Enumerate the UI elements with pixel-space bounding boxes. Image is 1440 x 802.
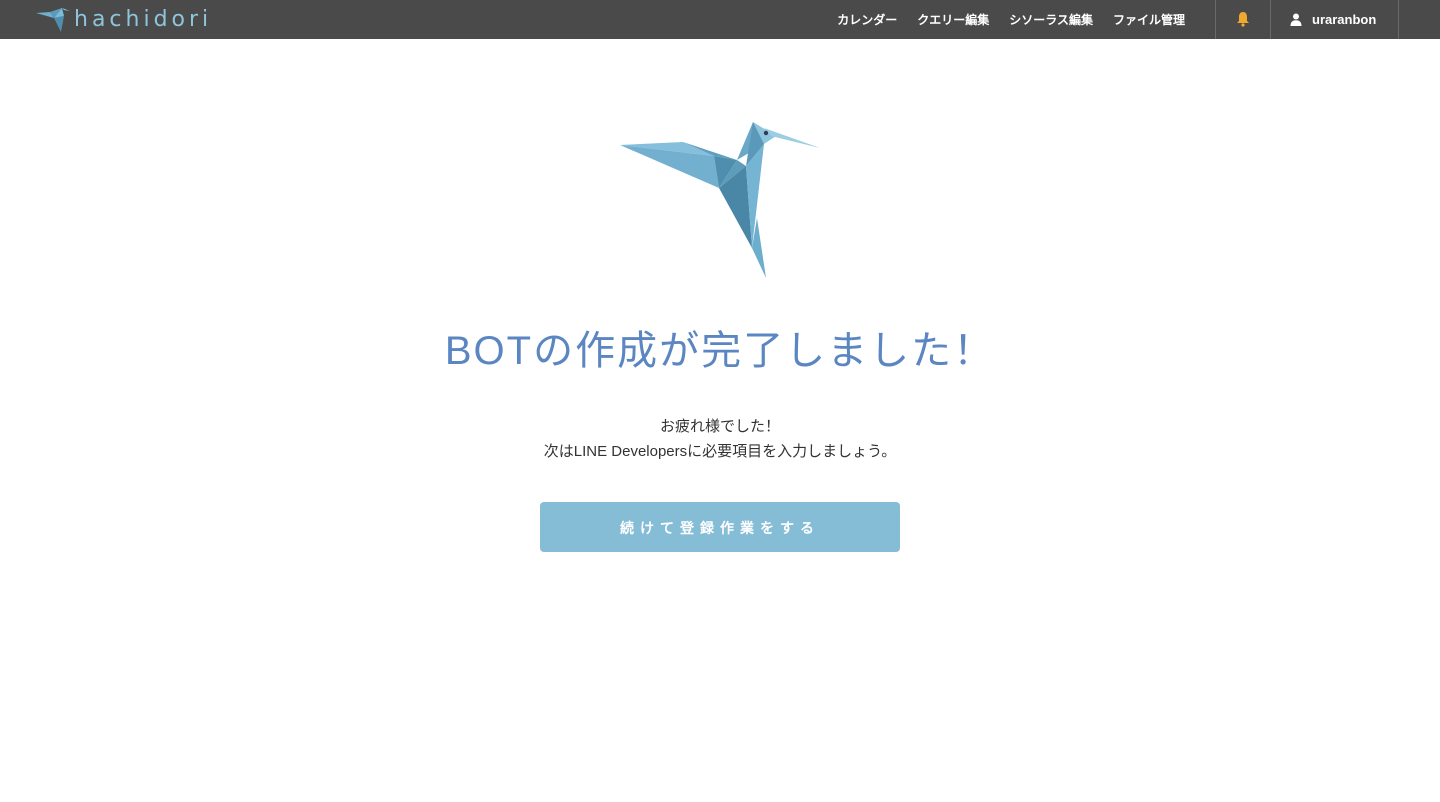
logo[interactable]: hachidori <box>34 4 212 34</box>
nav-thesaurus-edit[interactable]: シソーラス編集 <box>1009 11 1093 28</box>
logo-text: hachidori <box>74 6 213 32</box>
message: お疲れ様でした！ 次はLINE Developersに必要項目を入力しましょう。 <box>0 414 1440 464</box>
nav-divider <box>1398 0 1399 39</box>
bell-icon[interactable] <box>1236 11 1250 27</box>
nav-query-edit[interactable]: クエリー編集 <box>917 11 989 28</box>
nav-divider <box>1215 0 1216 39</box>
top-navbar: hachidori カレンダー クエリー編集 シソーラス編集 ファイル管理 ur… <box>0 0 1440 39</box>
nav-calendar[interactable]: カレンダー <box>837 11 897 28</box>
username: uraranbon <box>1312 12 1377 27</box>
nav-divider <box>1270 0 1271 39</box>
origami-hummingbird-illustration <box>620 122 820 278</box>
page-title: BOTの作成が完了しました！ <box>444 329 996 373</box>
hummingbird-icon <box>36 8 70 32</box>
nav-file-management[interactable]: ファイル管理 <box>1113 11 1185 28</box>
user-icon <box>1290 13 1302 26</box>
user-menu[interactable]: uraranbon <box>1290 0 1376 39</box>
message-line: 次はLINE Developersに必要項目を入力しましょう。 <box>543 443 897 460</box>
continue-registration-button[interactable]: 続けて登録作業をする <box>540 502 900 552</box>
message-line: お疲れ様でした！ <box>659 418 780 435</box>
main-nav: カレンダー クエリー編集 シソーラス編集 ファイル管理 <box>817 0 1185 39</box>
